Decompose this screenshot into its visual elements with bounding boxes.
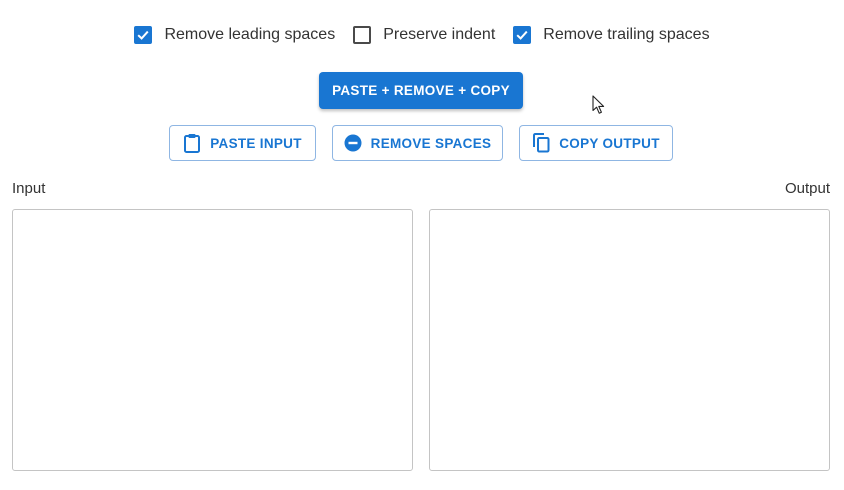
option-preserve-indent[interactable]: Preserve indent <box>353 22 495 48</box>
remove-leading-label: Remove leading spaces <box>164 26 336 43</box>
clipboard-icon <box>183 133 201 153</box>
output-label: Output <box>784 180 830 197</box>
preserve-indent-label: Preserve indent <box>383 26 496 43</box>
remove-spaces-label: REMOVE SPACES <box>370 135 492 151</box>
preserve-indent-checkbox[interactable] <box>353 26 372 44</box>
output-textarea[interactable] <box>429 209 830 471</box>
remove-trailing-checkbox[interactable] <box>513 26 532 44</box>
check-icon <box>137 30 149 40</box>
option-remove-trailing[interactable]: Remove trailing spaces <box>513 22 710 48</box>
input-textarea[interactable] <box>12 209 413 471</box>
page: Remove leading spaces Preserve indent Re… <box>0 0 844 490</box>
paste-remove-copy-button[interactable]: PASTE + REMOVE + COPY <box>319 72 523 109</box>
paste-input-label: PASTE INPUT <box>210 135 302 151</box>
mouse-pointer-icon <box>592 95 605 114</box>
copy-icon <box>532 133 550 153</box>
copy-output-button[interactable]: COPY OUTPUT <box>519 125 673 161</box>
secondary-buttons-row: PASTE INPUT REMOVE SPACES COPY OUTPUT <box>0 125 844 161</box>
minus-circle-icon <box>344 134 362 152</box>
paste-input-button[interactable]: PASTE INPUT <box>169 125 316 161</box>
option-remove-leading[interactable]: Remove leading spaces <box>134 22 335 48</box>
remove-leading-checkbox[interactable] <box>134 26 153 44</box>
options-row: Remove leading spaces Preserve indent Re… <box>0 22 844 48</box>
check-icon <box>516 30 528 40</box>
copy-output-label: COPY OUTPUT <box>559 135 660 151</box>
remove-trailing-label: Remove trailing spaces <box>543 26 710 43</box>
input-label: Input <box>12 180 46 197</box>
remove-spaces-button[interactable]: REMOVE SPACES <box>332 125 503 161</box>
